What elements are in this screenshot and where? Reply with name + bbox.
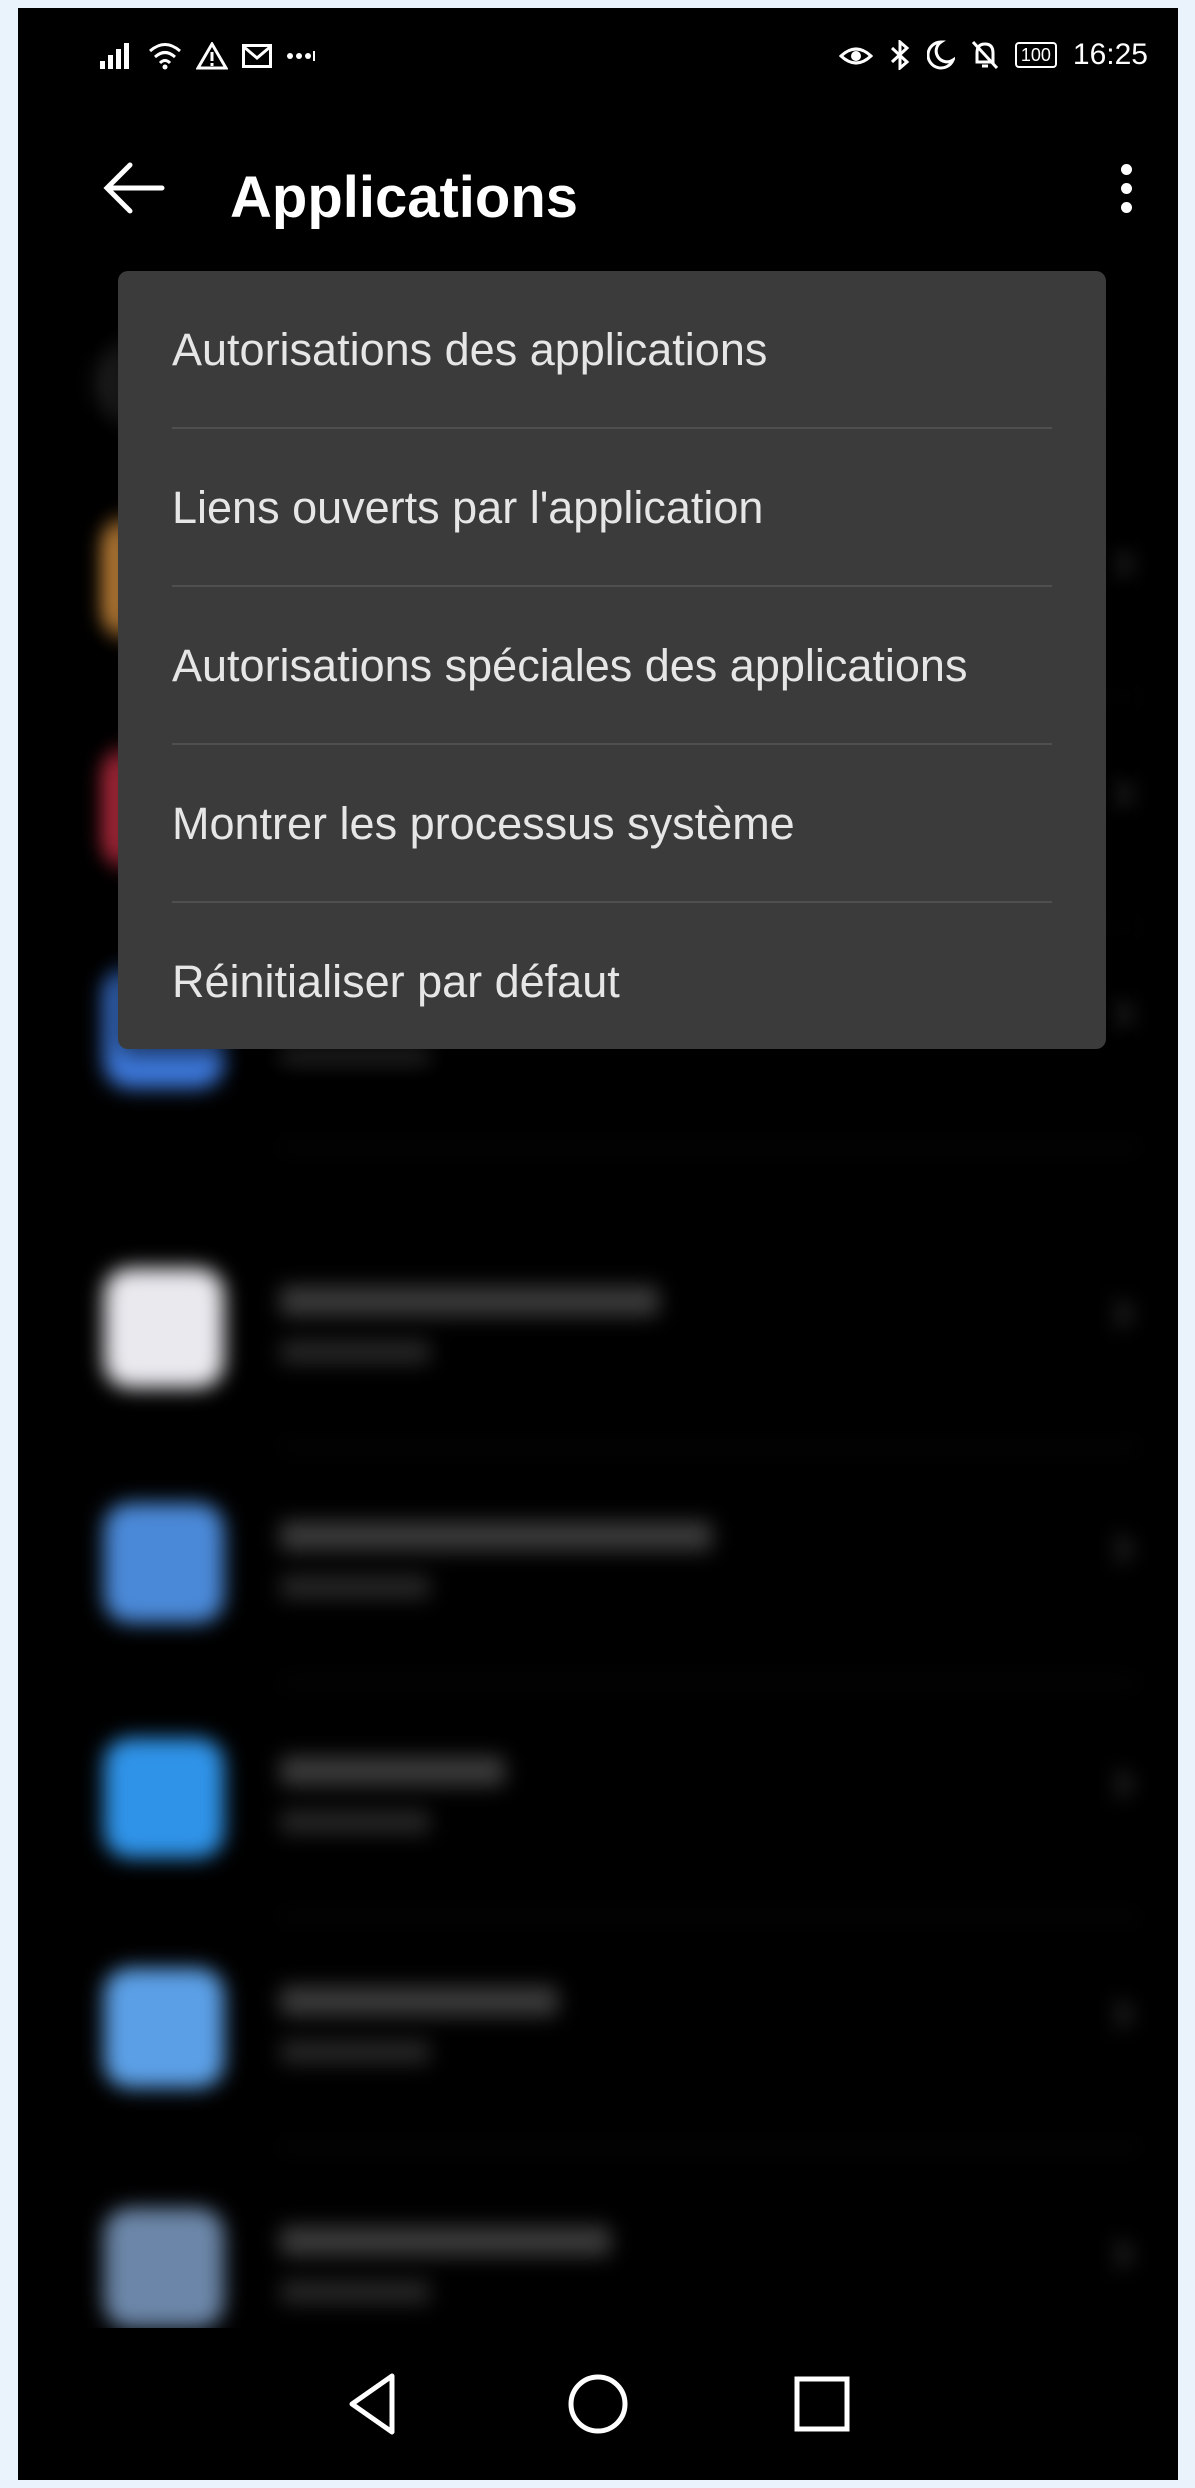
chevron-right-icon: [1103, 779, 1133, 809]
app-bar: Applications: [18, 138, 1178, 248]
menu-item-label: Autorisations des applications: [172, 324, 768, 375]
mail-icon: [242, 44, 272, 68]
overflow-menu: Autorisations des applications Liens ouv…: [118, 271, 1106, 1049]
chevron-right-icon: [1103, 2239, 1133, 2269]
app-name-placeholder: [280, 1986, 558, 2016]
app-icon: [104, 2208, 224, 2328]
signal-icon: [100, 43, 129, 69]
app-name-placeholder: [280, 2226, 611, 2256]
app-size-placeholder: [280, 2040, 430, 2064]
app-size-placeholder: [280, 1340, 430, 1364]
menu-item-special-permissions[interactable]: Autorisations spéciales des applications: [118, 587, 1106, 745]
status-bar: 100 16:25: [18, 8, 1178, 118]
app-icon: [104, 1268, 224, 1388]
status-left-icons: [100, 42, 316, 70]
chevron-right-icon: [1103, 1299, 1133, 1329]
app-size-placeholder: [280, 1810, 430, 1834]
row-divider: [280, 1146, 1138, 1148]
status-right-icons: 100 16:25: [838, 38, 1148, 72]
nav-home-icon[interactable]: [558, 2364, 638, 2444]
page-title: Applications: [230, 165, 579, 230]
menu-item-show-system-processes[interactable]: Montrer les processus système: [118, 745, 1106, 903]
menu-item-reset-defaults[interactable]: Réinitialiser par défaut: [118, 903, 1106, 1061]
status-clock: 16:25: [1072, 38, 1148, 71]
nav-recents-icon[interactable]: [782, 2364, 862, 2444]
app-size-placeholder: [280, 2280, 430, 2304]
bell-off-icon: [971, 40, 998, 70]
moon-icon: [926, 40, 955, 70]
chevron-right-icon: [1103, 1769, 1133, 1799]
app-icon: [104, 1738, 224, 1858]
more-options-icon[interactable]: [1106, 156, 1146, 236]
menu-item-label: Autorisations spéciales des applications: [172, 640, 968, 691]
app-list-row[interactable]: [18, 1208, 1178, 1448]
app-icon: [104, 1968, 224, 2088]
app-name-placeholder: [280, 1521, 712, 1551]
app-list-row[interactable]: [18, 1908, 1178, 2148]
battery-icon: 100: [1014, 42, 1057, 68]
back-arrow-icon[interactable]: [102, 160, 166, 216]
wifi-icon: [149, 43, 181, 70]
dots-icon: [287, 51, 315, 61]
warning-icon: [196, 42, 228, 70]
nav-back-icon[interactable]: [334, 2364, 414, 2444]
app-list-row[interactable]: [18, 1678, 1178, 1918]
app-name-placeholder: [280, 1286, 659, 1316]
phone-screen: 100 16:25 Applications Autorisations des…: [18, 8, 1178, 2480]
menu-item-label: Montrer les processus système: [172, 798, 795, 849]
chevron-right-icon: [1103, 999, 1133, 1029]
menu-item-open-links[interactable]: Liens ouverts par l'application: [118, 429, 1106, 587]
menu-item-app-permissions[interactable]: Autorisations des applications: [118, 271, 1106, 429]
app-size-placeholder: [280, 1575, 430, 1599]
chevron-right-icon: [1103, 1534, 1133, 1564]
bluetooth-icon: [890, 40, 910, 70]
chevron-right-icon: [1103, 549, 1133, 579]
navigation-bar: [18, 2328, 1178, 2480]
eye-icon: [838, 47, 873, 65]
app-list-row[interactable]: [18, 1443, 1178, 1683]
chevron-right-icon: [1103, 1999, 1133, 2029]
app-name-placeholder: [280, 1756, 505, 1786]
menu-item-label: Réinitialiser par défaut: [172, 956, 620, 1007]
menu-item-label: Liens ouverts par l'application: [172, 482, 764, 533]
app-icon: [104, 1503, 224, 1623]
